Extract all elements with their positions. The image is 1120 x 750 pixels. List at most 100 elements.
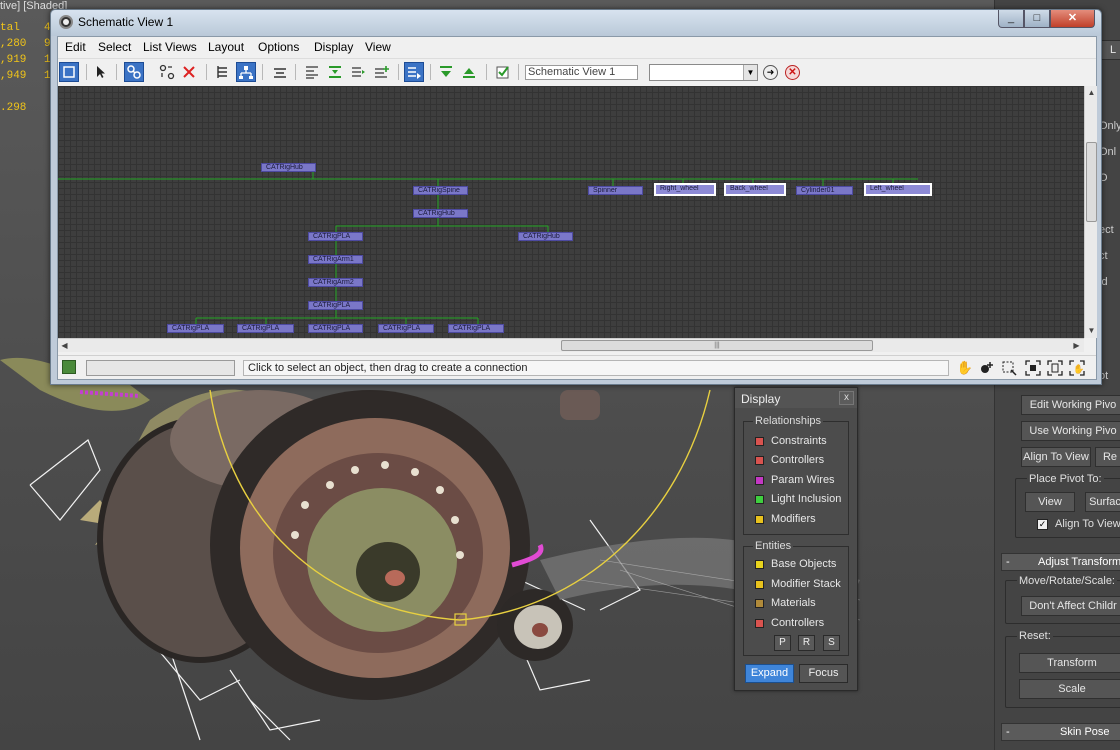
delete-button[interactable]: [179, 62, 199, 82]
menu-edit[interactable]: Edit: [65, 40, 86, 54]
align-to-view-button[interactable]: Align To View: [1021, 447, 1091, 467]
panel-tab-button[interactable]: L: [1101, 40, 1120, 60]
scale-button[interactable]: S: [823, 635, 840, 651]
scroll-up-icon[interactable]: ▲: [1085, 86, 1098, 99]
align-to-view-checkbox[interactable]: ✓: [1037, 519, 1048, 530]
scroll-left-icon[interactable]: ◀: [58, 339, 71, 352]
reset-button[interactable]: Re: [1095, 447, 1120, 467]
collapse-selected-button[interactable]: [348, 62, 368, 82]
close-icon[interactable]: x: [839, 391, 854, 405]
adjust-transform-rollout[interactable]: - Adjust Transform: [1001, 553, 1120, 571]
reset-label: Reset:: [1017, 630, 1053, 642]
rotation-button[interactable]: R: [798, 635, 815, 651]
chevron-down-icon[interactable]: ▼: [743, 65, 757, 80]
next-down-button[interactable]: [436, 62, 456, 82]
cancel-x-button[interactable]: ✕: [785, 65, 800, 80]
place-pivot-view-button[interactable]: View: [1025, 492, 1075, 512]
minimize-button[interactable]: _: [998, 10, 1024, 28]
menu-select[interactable]: Select: [98, 40, 131, 54]
schematic-node[interactable]: CATRigPLA: [237, 324, 294, 333]
scroll-right-icon[interactable]: ▶: [1070, 339, 1083, 352]
schematic-node[interactable]: Cylinder01: [796, 186, 853, 195]
edit-working-pivot-button[interactable]: Edit Working Pivo: [1021, 395, 1120, 415]
schematic-node-selected[interactable]: Right_wheel: [654, 183, 716, 196]
toolbar-separator: [398, 64, 399, 80]
pan-icon[interactable]: ✋: [956, 359, 974, 377]
skin-pose-rollout[interactable]: - Skin Pose: [1001, 723, 1120, 741]
maximize-button[interactable]: □: [1024, 10, 1050, 28]
horizontal-scrollbar[interactable]: ◀ ||| ▶: [58, 338, 1084, 352]
pan-hand-icon[interactable]: ✋: [1068, 359, 1086, 377]
select-button[interactable]: [90, 62, 110, 82]
close-button[interactable]: ✕: [1050, 10, 1095, 28]
option-label: Modifiers: [771, 513, 816, 525]
display-floater-button[interactable]: [59, 62, 79, 82]
menu-view[interactable]: View: [365, 40, 391, 54]
use-working-pivot-button[interactable]: Use Working Pivo: [1021, 421, 1120, 441]
select-children-button[interactable]: [371, 62, 391, 82]
hierarchy-mode-button[interactable]: [213, 62, 233, 82]
relationships-title: Relationships: [753, 415, 824, 427]
position-button[interactable]: P: [774, 635, 791, 651]
schematic-node[interactable]: CATRigPLA: [308, 232, 363, 241]
toolbar: Schematic View 1 ▼ ➜ ✕: [58, 58, 1096, 84]
zoom-region-icon[interactable]: [1000, 359, 1018, 377]
dont-affect-children-button[interactable]: Don't Affect Childr: [1021, 596, 1120, 616]
view-name-field[interactable]: Schematic View 1: [525, 65, 638, 80]
schematic-node[interactable]: CATRigArm2: [308, 278, 363, 287]
schematic-node[interactable]: CATRigHub: [518, 232, 573, 241]
schematic-node[interactable]: CATRigPLA: [448, 324, 504, 333]
vertical-scroll-thumb[interactable]: [1086, 142, 1097, 222]
sync-selection-button[interactable]: [493, 62, 513, 82]
schematic-node[interactable]: CATRigPLA: [378, 324, 434, 333]
schematic-node[interactable]: CATRigSpine: [413, 186, 468, 195]
show-list-button[interactable]: [404, 62, 424, 82]
reset-scale-button[interactable]: Scale: [1019, 679, 1120, 699]
vertical-scrollbar[interactable]: ▲ ▼: [1084, 86, 1097, 338]
prev-up-button[interactable]: [459, 62, 479, 82]
scroll-down-icon[interactable]: ▼: [1085, 324, 1098, 337]
focus-button[interactable]: Focus: [799, 664, 848, 683]
display-title: Display: [741, 392, 781, 406]
menu-list-views[interactable]: List Views: [143, 40, 197, 54]
schematic-node[interactable]: CATRigPLA: [308, 301, 363, 310]
references-mode-button[interactable]: [236, 62, 256, 82]
move-children-button[interactable]: [270, 62, 290, 82]
display-floater-header[interactable]: Display x: [735, 388, 857, 408]
title-bar[interactable]: Schematic View 1 _ □ ✕: [51, 10, 1101, 36]
horizontal-scroll-thumb[interactable]: |||: [561, 340, 873, 351]
rollout-collapse: -: [1006, 556, 1010, 568]
connect-button[interactable]: [124, 62, 144, 82]
zoom-extents-icon[interactable]: [1024, 359, 1042, 377]
schematic-node[interactable]: CATRigPLA: [167, 324, 224, 333]
schematic-node[interactable]: CATRigHub: [413, 209, 468, 218]
menu-options[interactable]: Options: [258, 40, 299, 54]
schematic-node[interactable]: Spinner: [588, 186, 643, 195]
zoom-extents-selected-icon[interactable]: [1046, 359, 1064, 377]
schematic-node-selected[interactable]: Back_wheel: [724, 183, 786, 196]
option-label: Base Objects: [771, 558, 837, 570]
schematic-node-selected[interactable]: Left_wheel: [864, 183, 932, 196]
status-indicator-icon[interactable]: [62, 360, 76, 374]
place-pivot-surface-button[interactable]: Surfac: [1085, 492, 1120, 512]
expand-selected-button[interactable]: [325, 62, 345, 82]
view-select-dropdown[interactable]: ▼: [649, 64, 758, 81]
schematic-node[interactable]: CATRigArm1: [308, 255, 363, 264]
go-arrow-button[interactable]: ➜: [763, 65, 778, 80]
menu-layout[interactable]: Layout: [208, 40, 244, 54]
svg-text:✋: ✋: [1073, 363, 1084, 375]
schematic-canvas[interactable]: CATRigHub CATRigSpine CATRigHub CATRigPL…: [58, 86, 1084, 338]
color-swatch: [755, 560, 764, 569]
move-children-icon: [274, 68, 286, 78]
schematic-node[interactable]: CATRigHub: [261, 163, 316, 172]
align-left-button[interactable]: [302, 62, 322, 82]
reset-transform-button[interactable]: Transform: [1019, 653, 1120, 673]
menu-display[interactable]: Display: [314, 40, 353, 54]
zoom-icon[interactable]: [978, 359, 996, 377]
window-client: Edit Select List Views Layout Options Di…: [57, 36, 1097, 380]
expand-button[interactable]: Expand: [745, 664, 794, 683]
display-floater-icon: [63, 66, 75, 78]
schematic-node[interactable]: CATRigPLA: [308, 324, 363, 333]
unlink-button[interactable]: [157, 62, 177, 82]
toolbar-separator: [116, 64, 117, 80]
